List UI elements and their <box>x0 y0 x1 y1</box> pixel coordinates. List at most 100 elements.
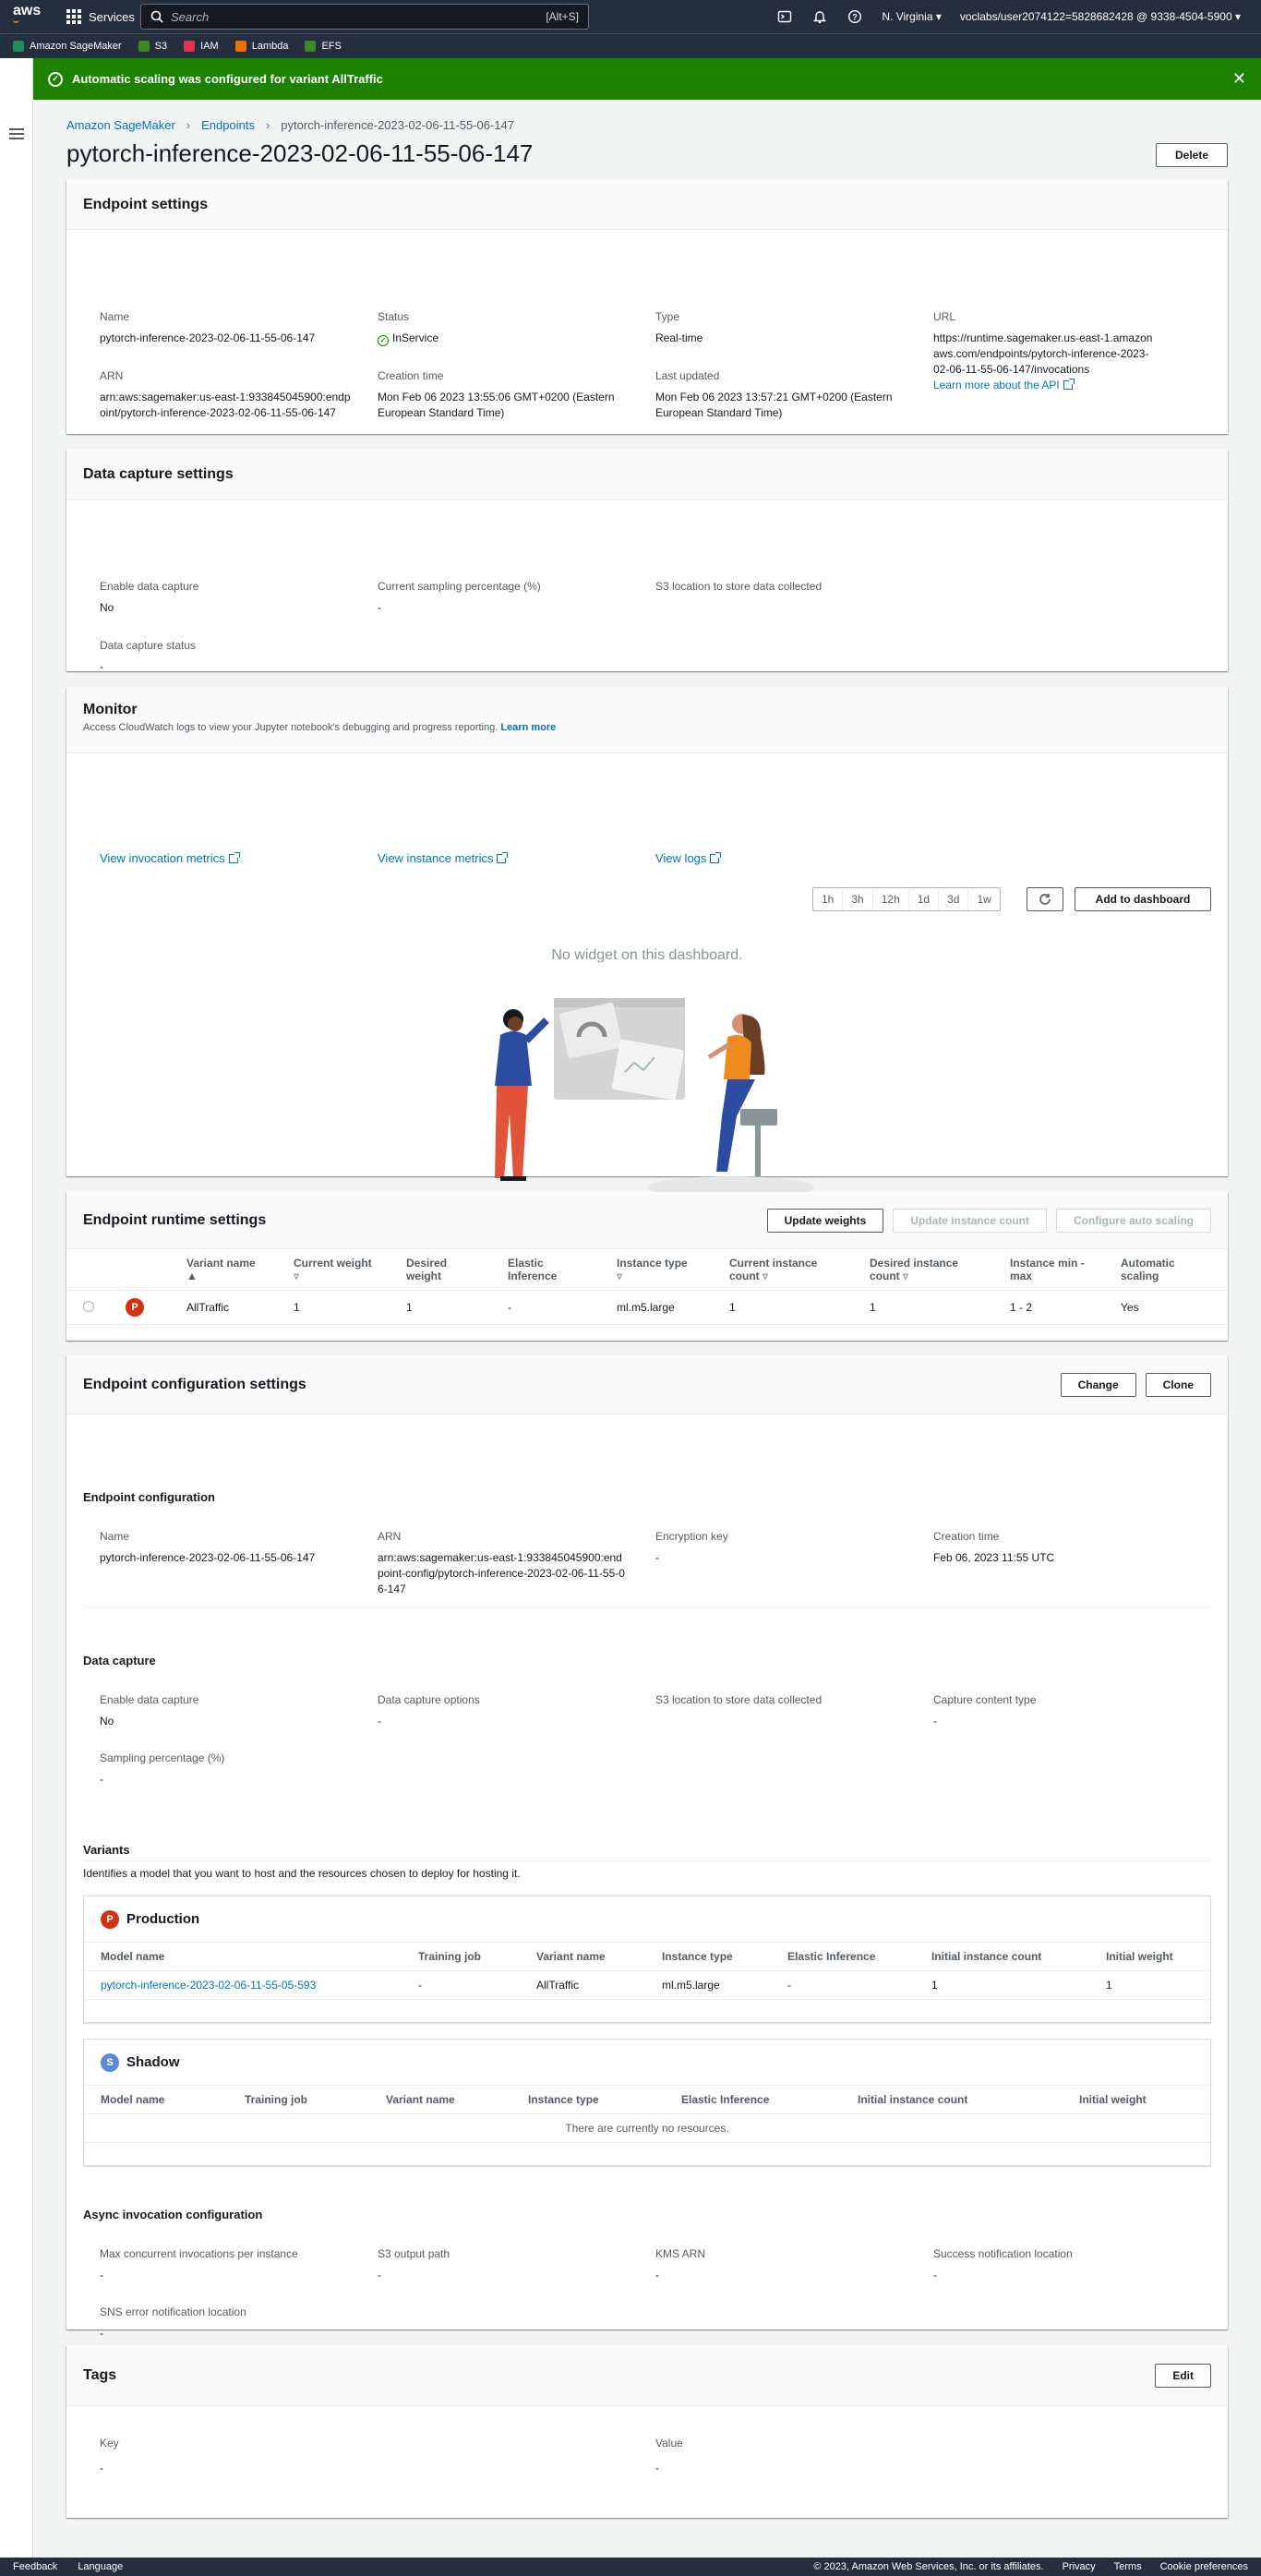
favorite-label: S3 <box>154 41 168 52</box>
cloudshell-icon[interactable] <box>776 8 793 25</box>
column-header: Instance type <box>645 1943 771 1971</box>
field-value: - <box>655 2462 659 2474</box>
field-label: URL <box>933 310 956 323</box>
breadcrumb-sagemaker-link[interactable]: Amazon SageMaker <box>66 118 175 132</box>
column-header: Variant name <box>520 1943 645 1971</box>
search-icon <box>150 10 163 23</box>
range-12h[interactable]: 12h <box>873 888 909 910</box>
field-label: Encryption key <box>655 1530 728 1543</box>
endpoint-status-field: Status ✓ InService <box>378 309 645 346</box>
learn-more-api-link[interactable]: Learn more about the API <box>933 379 1075 391</box>
column-header: Initial weight <box>1089 1943 1210 1971</box>
favorite-s3[interactable]: S3 <box>138 41 167 52</box>
range-3d[interactable]: 3d <box>939 888 969 910</box>
configure-auto-scaling-button[interactable]: Configure auto scaling <box>1055 1208 1211 1233</box>
column-header: Initial instance count <box>915 1943 1089 1971</box>
field-label: KMS ARN <box>655 2247 706 2260</box>
field-value: Feb 06, 2023 11:55 UTC <box>933 1551 1055 1564</box>
column-header: Training job <box>228 2086 369 2114</box>
runtime-variants-table: Variant name ▲ Current weight ▿ Desired … <box>66 1249 1228 1325</box>
delete-button[interactable]: Delete <box>1156 143 1228 167</box>
view-invocation-metrics-link[interactable]: View invocation metrics <box>100 851 240 865</box>
search-input[interactable]: Search [Alt+S] <box>140 4 589 30</box>
column-header[interactable]: Current instance count ▿ <box>713 1249 853 1291</box>
close-icon[interactable]: ✕ <box>1232 69 1246 89</box>
sampling-percentage-field: Current sampling percentage (%) - <box>378 579 645 616</box>
range-1w[interactable]: 1w <box>968 888 999 910</box>
field-label: Value <box>655 2437 683 2450</box>
chevron-right-icon: › <box>186 118 191 132</box>
link-label: View invocation metrics <box>100 851 225 865</box>
field-label: Success notification location <box>933 2247 1073 2260</box>
terms-link[interactable]: Terms <box>1114 2561 1142 2572</box>
field-label: Creation time <box>933 1530 1000 1543</box>
grid-icon <box>66 9 81 24</box>
favorite-efs[interactable]: EFS <box>305 41 342 52</box>
column-header[interactable]: Variant name ▲ <box>170 1249 277 1291</box>
field-label: ARN <box>100 369 124 382</box>
add-to-dashboard-button[interactable]: Add to dashboard <box>1075 887 1211 911</box>
table-row[interactable]: P AllTraffic 1 1 - ml.m5.large 1 1 1 - 2… <box>66 1290 1228 1325</box>
breadcrumb-endpoints-link[interactable]: Endpoints <box>201 118 255 132</box>
empty-dashboard-message: No widget on this dashboard. <box>551 947 743 963</box>
favorite-sagemaker[interactable]: Amazon SageMaker <box>13 41 122 52</box>
learn-more-link[interactable]: Learn more <box>500 722 556 733</box>
panel-title: Endpoint settings <box>83 196 209 212</box>
search-placeholder: Search <box>171 9 210 24</box>
data-capture-options-field: Data capture options - <box>378 1692 645 1729</box>
menu-icon[interactable] <box>9 128 24 142</box>
favorite-iam[interactable]: IAM <box>184 41 219 52</box>
favorite-label: IAM <box>200 41 219 52</box>
update-weights-button[interactable]: Update weights <box>766 1208 884 1233</box>
table-cell: 1 <box>390 1290 491 1325</box>
change-button[interactable]: Change <box>1060 1372 1136 1397</box>
favorite-lambda[interactable]: Lambda <box>234 41 288 52</box>
model-name-link[interactable]: pytorch-inference-2023-02-06-11-55-05-59… <box>101 1979 316 1992</box>
column-header[interactable]: Desired instance count ▿ <box>853 1249 993 1291</box>
clone-button[interactable]: Clone <box>1145 1372 1211 1397</box>
tags-panel: Tags Edit Key - Value - <box>66 2345 1228 2518</box>
view-instance-metrics-link[interactable]: View instance metrics <box>378 851 509 865</box>
tag-key-field: Key - <box>100 2436 367 2476</box>
field-label: S3 location to store data collected <box>655 580 823 593</box>
row-select-radio[interactable] <box>83 1300 94 1312</box>
column-header[interactable]: Current weight ▿ <box>277 1249 390 1291</box>
endpoint-creation-field: Creation time Mon Feb 06 2023 13:55:06 GM… <box>378 368 636 421</box>
field-label: Max concurrent invocations per instance <box>100 2247 298 2260</box>
svg-text:?: ? <box>853 13 859 22</box>
account-menu[interactable]: voclabs/user2074122=5828682428 @ 9338-45… <box>960 10 1241 23</box>
tag-value-field: Value - <box>655 2436 923 2476</box>
region-selector[interactable]: N. Virginia ▾ <box>882 10 942 23</box>
language-selector[interactable]: Language <box>78 2561 123 2572</box>
sort-icon: ▿ <box>903 1270 909 1282</box>
panel-title: Endpoint runtime settings <box>83 1211 267 1228</box>
s3-output-path-field: S3 output path - <box>378 2246 645 2283</box>
column-header[interactable]: Instance type ▿ <box>600 1249 713 1291</box>
sns-error-field: SNS error notification location - <box>100 2305 367 2341</box>
feedback-link[interactable]: Feedback <box>13 2561 57 2572</box>
edit-tags-button[interactable]: Edit <box>1155 2363 1211 2388</box>
refresh-button[interactable] <box>1027 887 1063 911</box>
panel-title: Data capture settings <box>83 465 234 482</box>
field-label: Data capture status <box>100 639 197 652</box>
help-icon[interactable]: ? <box>847 8 863 25</box>
privacy-link[interactable]: Privacy <box>1063 2561 1096 2572</box>
search-shortcut: [Alt+S] <box>546 10 579 23</box>
field-label: S3 output path <box>378 2247 450 2260</box>
range-3h[interactable]: 3h <box>843 888 873 910</box>
shadow-variants-table: Model name Training job Variant name Ins… <box>84 2086 1210 2143</box>
link-label: View instance metrics <box>378 851 494 865</box>
update-instance-count-button[interactable]: Update instance count <box>893 1208 1047 1233</box>
config-sampling-field: Sampling percentage (%) - <box>100 1751 367 1788</box>
aws-logo[interactable]: aws ⌣ <box>0 4 55 28</box>
cookie-preferences-link[interactable]: Cookie preferences <box>1160 2561 1248 2572</box>
link-label: View logs <box>655 851 707 865</box>
field-value: arn:aws:sagemaker:us-east-1:933845045900… <box>100 391 351 419</box>
view-logs-link[interactable]: View logs <box>655 851 722 865</box>
external-link-icon <box>497 852 509 863</box>
services-menu[interactable]: Services <box>66 9 135 24</box>
variants-description: Identifies a model that you want to host… <box>83 1867 521 1880</box>
bell-icon[interactable] <box>811 8 828 25</box>
range-1h[interactable]: 1h <box>813 888 844 910</box>
range-1d[interactable]: 1d <box>909 888 940 910</box>
